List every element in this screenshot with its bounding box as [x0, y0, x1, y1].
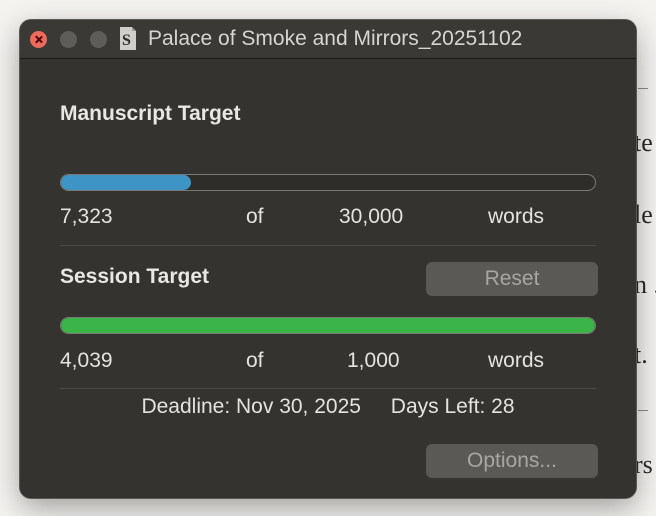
- session-target-count[interactable]: 1,000: [347, 349, 400, 373]
- deadline-row: Deadline: Nov 30, 2025 Days Left: 28: [20, 395, 636, 419]
- options-button[interactable]: Options...: [426, 444, 598, 478]
- section-divider: [60, 245, 596, 246]
- background-text-line: n .: [634, 270, 656, 299]
- svg-text:S: S: [122, 32, 131, 49]
- deadline-label: Deadline: Nov 30, 2025: [141, 395, 361, 418]
- background-rule: [638, 88, 648, 89]
- project-targets-window: S Palace of Smoke and Mirrors_20251102 M…: [20, 20, 636, 498]
- minimize-window-button: [60, 31, 77, 48]
- background-text-line: rs: [634, 450, 653, 479]
- background-rule: [638, 410, 648, 411]
- days-left-label: Days Left: 28: [390, 395, 515, 418]
- reset-button[interactable]: Reset: [426, 262, 598, 296]
- manuscript-unit-label: words: [488, 205, 545, 228]
- background-text-line: t.: [634, 340, 648, 369]
- background-text-line: te: [634, 128, 653, 157]
- background-text-line: le: [634, 200, 653, 229]
- document-icon: S: [120, 27, 136, 50]
- manuscript-target-title: Manuscript Target: [60, 102, 241, 125]
- zoom-window-button: [90, 31, 107, 48]
- manuscript-progress-fill: [61, 175, 192, 190]
- session-progress-fill: [61, 318, 595, 333]
- close-window-button[interactable]: [30, 31, 47, 48]
- manuscript-of-label: of: [246, 205, 264, 228]
- session-current-count: 4,039: [60, 349, 113, 372]
- session-of-label: of: [246, 349, 264, 372]
- title-bar[interactable]: S Palace of Smoke and Mirrors_20251102: [20, 20, 636, 59]
- targets-content: Manuscript Target 7,323 of 30,000 words …: [20, 59, 636, 498]
- session-target-title: Session Target: [60, 265, 209, 288]
- session-progress-bar: [60, 317, 596, 334]
- window-title: Palace of Smoke and Mirrors_20251102: [148, 27, 523, 50]
- section-divider: [60, 388, 596, 389]
- manuscript-current-count: 7,323: [60, 205, 113, 228]
- manuscript-progress-bar: [60, 174, 596, 191]
- session-unit-label: words: [488, 349, 545, 372]
- manuscript-target-count[interactable]: 30,000: [339, 205, 403, 229]
